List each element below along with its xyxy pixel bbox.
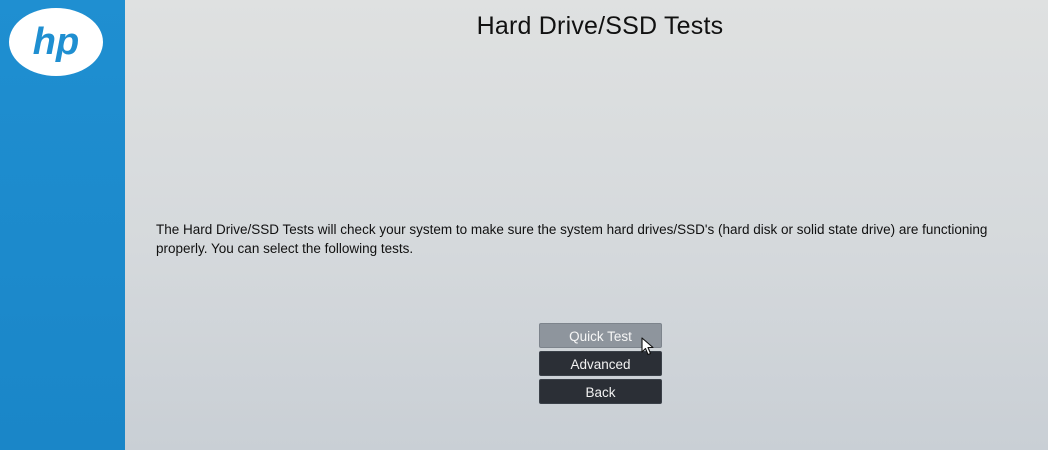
- sidebar: hp: [0, 0, 125, 450]
- page-description: The Hard Drive/SSD Tests will check your…: [156, 222, 988, 256]
- back-button[interactable]: Back: [539, 379, 662, 404]
- page-title: Hard Drive/SSD Tests: [476, 12, 724, 40]
- hp-logo-icon: hp: [9, 8, 103, 76]
- test-menu: Quick Test Advanced Back: [539, 323, 662, 407]
- diagnostics-screen: hp Hard Drive/SSD Tests The Hard Drive/S…: [0, 0, 1048, 450]
- hp-logo-text: hp: [33, 21, 79, 63]
- mouse-pointer-icon: [641, 337, 654, 356]
